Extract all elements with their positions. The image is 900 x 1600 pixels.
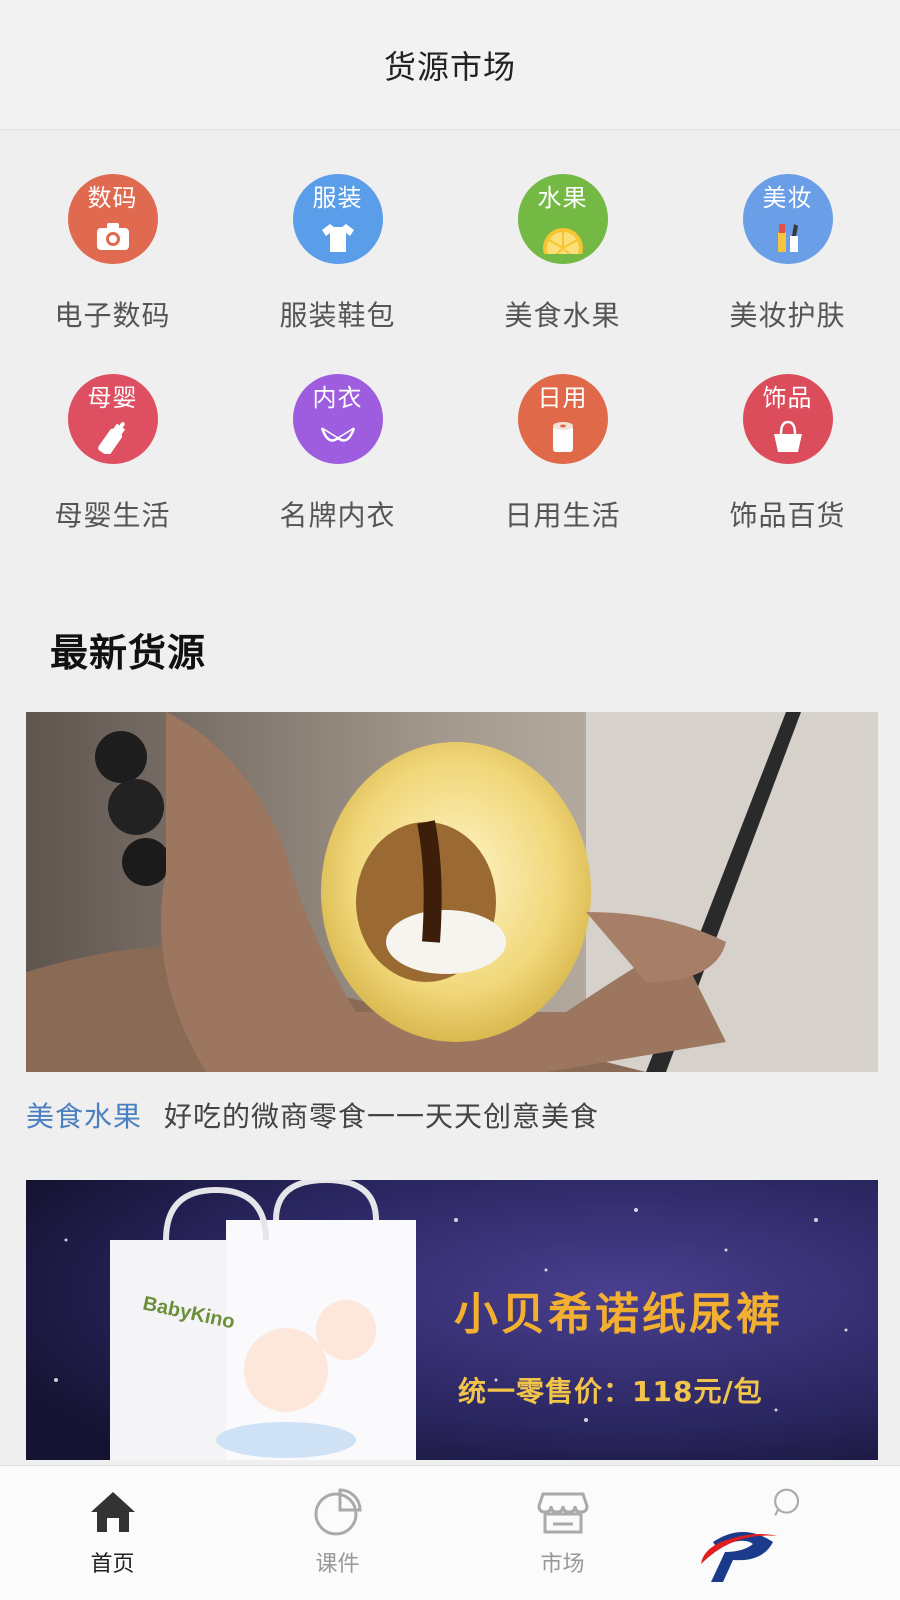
tab-home[interactable]: 首页 (0, 1466, 225, 1600)
category-label: 美食水果 (504, 299, 621, 332)
tab-courseware[interactable]: 课件 (225, 1466, 450, 1600)
category-daily[interactable]: 日用 日用生活 (450, 350, 675, 550)
bra-icon: 内衣 (292, 374, 383, 464)
category-label: 美妆护肤 (729, 299, 846, 332)
home-icon (90, 1492, 135, 1532)
bottom-tab-bar: 首页 课件 市场 (0, 1465, 900, 1600)
tab-label: 课件 (315, 1552, 360, 1577)
product-banner[interactable]: BabyKino 小贝希诺纸尿裤 统一零售价：118元/包 (26, 1180, 878, 1460)
category-grid: 数码 电子数码 服装 服装鞋包 水果 美食水果 美妆 美妆护肤 母婴 母婴生活 (0, 150, 900, 550)
category-label: 日用生活 (504, 499, 621, 532)
banner-headline: 小贝希诺纸尿裤 (454, 1289, 783, 1340)
tab-market[interactable]: 市场 (450, 1466, 675, 1600)
tissue-roll-icon: 日用 (517, 374, 608, 464)
category-baby[interactable]: 母婴 母婴生活 (0, 350, 225, 550)
tab-label: 首页 (90, 1552, 135, 1577)
feed-title[interactable]: 好吃的微商零食一一天天创意美食 (164, 1095, 599, 1135)
feed-caption: 美食水果 好吃的微商零食一一天天创意美食 (26, 1072, 878, 1158)
section-title-latest: 最新货源 (50, 631, 207, 675)
tab-label: 市场 (540, 1552, 585, 1577)
page-title: 货源市场 (383, 47, 516, 86)
category-label: 名牌内衣 (279, 499, 396, 532)
banner-price: 统一零售价：118元/包 (458, 1375, 763, 1408)
makeup-icon: 美妆 (742, 174, 833, 264)
category-label: 服装鞋包 (279, 299, 396, 332)
storefront-icon (536, 1492, 589, 1534)
category-digital[interactable]: 数码 电子数码 (0, 150, 225, 350)
tab-profile[interactable] (675, 1466, 900, 1600)
category-clothing[interactable]: 服装 服装鞋包 (225, 150, 450, 350)
category-accessories[interactable]: 饰品 饰品百货 (675, 350, 900, 550)
category-beauty[interactable]: 美妆 美妆护肤 (675, 150, 900, 350)
category-tag[interactable]: 美食水果 (26, 1095, 142, 1135)
category-underwear[interactable]: 内衣 名牌内衣 (225, 350, 450, 550)
search-chat-icon (773, 1488, 799, 1516)
lemon-icon: 水果 (517, 174, 608, 264)
app-header: 货源市场 (0, 0, 900, 130)
tshirt-icon: 服装 (292, 174, 383, 264)
camera-icon: 数码 (67, 174, 158, 264)
feed-item[interactable]: 美食水果 好吃的微商零食一一天天创意美食 (26, 712, 878, 1158)
pie-chart-icon (314, 1488, 362, 1536)
brand-logo-icon (701, 1532, 777, 1582)
category-label: 母婴生活 (54, 499, 171, 532)
shopping-bag-icon: 饰品 (742, 374, 833, 464)
product-photo[interactable] (26, 712, 878, 1072)
category-label: 电子数码 (54, 299, 171, 332)
category-food[interactable]: 水果 美食水果 (450, 150, 675, 350)
category-label: 饰品百货 (729, 499, 846, 532)
baby-bottle-icon: 母婴 (67, 374, 158, 464)
